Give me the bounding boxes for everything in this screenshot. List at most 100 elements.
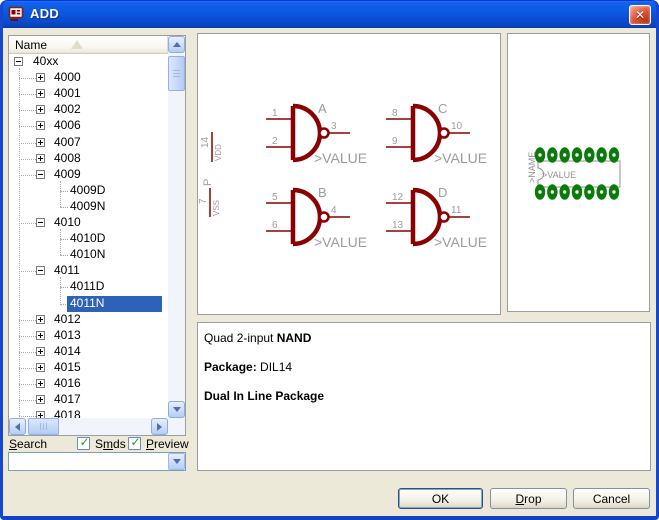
expand-plus-icon[interactable] [36,138,45,147]
expand-plus-icon[interactable] [36,347,45,356]
expand-plus-icon[interactable] [36,121,45,130]
tree-item-4001[interactable]: 4001 [9,86,168,102]
check-icon [78,435,91,449]
tree-connector-line [60,277,61,303]
tree-item-4006[interactable]: 4006 [9,118,168,134]
ok-button[interactable]: OK [398,488,483,509]
expand-plus-icon[interactable] [36,89,45,98]
tree-item-4015[interactable]: 4015 [9,360,168,376]
svg-text:A: A [318,101,327,116]
tree-item-4011N[interactable]: 4011N [9,296,168,312]
scroll-right-button[interactable] [151,418,168,435]
search-row: Search Smds Preview [8,436,186,452]
schematic-preview-svg: 123A>VALUE8910C>VALUE564B>VALUE121311D>V… [198,34,500,314]
tree-item-4008[interactable]: 4008 [9,151,168,167]
drop-button[interactable]: Drop [490,488,567,509]
expand-plus-icon[interactable] [36,395,45,404]
tree-item-4009[interactable]: 4009 [9,167,168,183]
tree-horizontal-scrollbar[interactable] [9,418,168,435]
expand-plus-icon[interactable] [36,331,45,340]
tree-item-4011[interactable]: 4011 [9,263,168,279]
svg-text:9: 9 [392,136,398,147]
tree-item-label: 4016 [51,376,84,392]
combo-dropdown-button[interactable] [168,453,185,470]
tree-item-4009N[interactable]: 4009N [9,199,168,215]
tree-connector-line [60,181,61,207]
arrow-left-icon [15,423,20,431]
tree-item-label: 4010 [51,215,84,231]
collapse-minus-icon[interactable] [14,57,23,66]
check-icon [129,435,142,449]
tree-vertical-scrollbar[interactable] [168,36,185,418]
scroll-left-button[interactable] [9,418,26,435]
svg-text:13: 13 [392,220,404,231]
svg-text:12: 12 [392,192,404,203]
svg-text:VSS: VSS [212,200,221,216]
smds-label[interactable]: Smds [95,437,126,451]
svg-text:P: P [202,179,214,186]
title-bar[interactable]: ADD [0,0,659,28]
expand-plus-icon[interactable] [36,315,45,324]
tree-item-4011D[interactable]: 4011D [9,279,168,295]
arrow-down-icon [173,407,181,412]
tree-item-label: 4009 [51,167,84,183]
chevron-down-icon [173,459,181,464]
tree-item-4000[interactable]: 4000 [9,70,168,86]
description-line-package: Package: DIL14 [204,360,644,374]
tree-item-4010D[interactable]: 4010D [9,231,168,247]
collapse-minus-icon[interactable] [36,170,45,179]
svg-text:2: 2 [272,136,278,147]
tree-item-label: 4000 [51,70,84,86]
preview-label[interactable]: Preview [146,437,189,451]
tree-item-4017[interactable]: 4017 [9,392,168,408]
svg-text:VDD: VDD [214,144,223,161]
tree-item-4010N[interactable]: 4010N [9,247,168,263]
tree-item-4002[interactable]: 4002 [9,102,168,118]
search-input[interactable] [10,454,170,469]
expand-plus-icon[interactable] [36,105,45,114]
svg-text:>VALUE: >VALUE [434,234,487,250]
scroll-down-button[interactable] [168,401,185,418]
arrow-up-icon [173,42,181,47]
description-line-package-type: Dual In Line Package [204,389,644,403]
scrollbar-corner [168,418,185,435]
tree-item-label: 4007 [51,135,84,151]
tree-item-4009D[interactable]: 4009D [9,183,168,199]
vertical-scroll-thumb[interactable] [168,56,185,91]
tree-item-4014[interactable]: 4014 [9,344,168,360]
tree-item-label: 4008 [51,151,84,167]
expand-plus-icon[interactable] [36,379,45,388]
tree-item-label: 4006 [51,118,84,134]
tree-item-label: 4011 [51,263,83,279]
svg-text:8: 8 [392,108,398,119]
tree-item-4016[interactable]: 4016 [9,376,168,392]
tree-item-4007[interactable]: 4007 [9,135,168,151]
tree-item-label: 4010D [67,231,108,247]
tree-item-label: 4010N [67,247,108,263]
collapse-minus-icon[interactable] [36,218,45,227]
expand-plus-icon[interactable] [36,154,45,163]
svg-text:>VALUE: >VALUE [542,170,576,180]
tree-item-4010[interactable]: 4010 [9,215,168,231]
tree-item-4012[interactable]: 4012 [9,312,168,328]
cancel-button[interactable]: Cancel [573,488,650,509]
expand-plus-icon[interactable] [36,73,45,82]
scroll-up-button[interactable] [168,36,185,53]
svg-text:10: 10 [451,121,463,132]
tree-item-40xx[interactable]: 40xx [9,54,168,70]
horizontal-scroll-thumb[interactable] [28,418,59,435]
tree-header-name-column[interactable]: Name [9,36,168,54]
expand-plus-icon[interactable] [36,411,45,418]
tree-item-4018[interactable]: 4018 [9,408,168,418]
svg-text:C: C [438,101,447,116]
tree-item-label: 4009N [67,199,108,215]
expand-plus-icon[interactable] [36,363,45,372]
search-combo [8,452,186,471]
close-button[interactable] [629,5,651,25]
svg-text:>VALUE: >VALUE [434,150,487,166]
smds-checkbox[interactable] [77,437,90,450]
svg-text:4: 4 [331,205,337,216]
tree-item-4013[interactable]: 4013 [9,328,168,344]
collapse-minus-icon[interactable] [36,266,45,275]
preview-checkbox[interactable] [128,437,141,450]
